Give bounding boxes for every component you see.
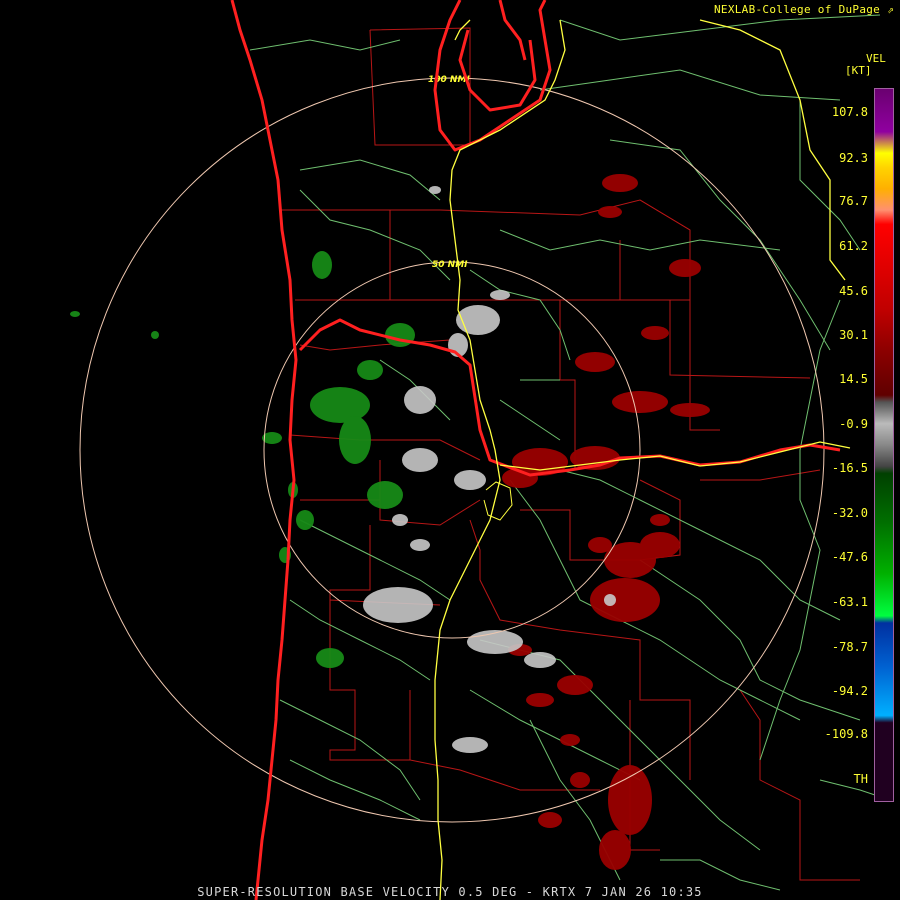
legend-tick-label: -47.6: [831, 550, 868, 564]
legend-tick-label: 92.3: [839, 151, 868, 165]
legend-colorbar: [874, 88, 894, 802]
range-rings: [79, 77, 825, 823]
legend-tick-label: 107.8: [831, 105, 868, 119]
legend-tick-label: -32.0: [831, 506, 868, 520]
legend-tick-label: 61.2: [839, 239, 868, 253]
legend-unit: [KT]: [845, 64, 872, 77]
legend-tick-label: -78.7: [831, 640, 868, 654]
product-caption: SUPER-RESOLUTION BASE VELOCITY 0.5 DEG -…: [197, 885, 703, 899]
legend-tick-label: -94.2: [831, 684, 868, 698]
legend-tick-label: -109.8: [824, 727, 868, 741]
external-link-icon: ⇗: [887, 3, 894, 16]
range-ring-label-50: 50 NMI: [432, 260, 468, 270]
legend-tick-label: -16.5: [831, 461, 868, 475]
legend-tick-label: 45.6: [839, 284, 868, 298]
credit-label[interactable]: NEXLAB-College of DuPage ⇗: [714, 3, 894, 16]
legend-tick-label: 76.7: [839, 194, 868, 208]
legend-tick-label: 14.5: [839, 372, 868, 386]
legend-tick-label: -0.9: [839, 417, 868, 431]
radar-map: 100 NMI 50 NMI: [70, 0, 891, 900]
credit-text: NEXLAB-College of DuPage: [713, 3, 881, 16]
legend-tick-label: -63.1: [831, 595, 868, 609]
range-ring-100: [79, 77, 825, 823]
velocity-outbound-echoes: [502, 174, 710, 870]
legend-tick-label: 30.1: [839, 328, 868, 342]
interstate-highway: [434, 19, 851, 900]
legend-tick-label: TH: [853, 772, 868, 786]
